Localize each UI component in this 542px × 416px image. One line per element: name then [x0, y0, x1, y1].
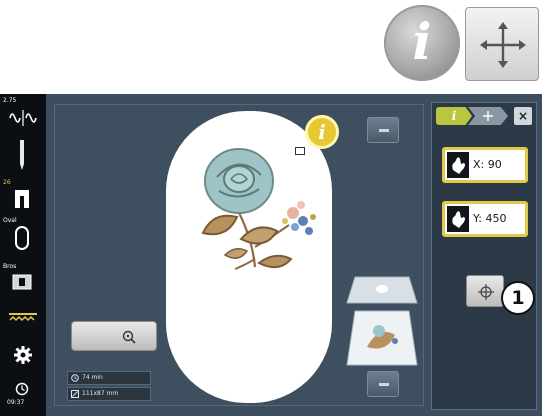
layer-stack-preview[interactable] [345, 275, 419, 369]
scroll-up-button[interactable] [367, 117, 399, 143]
info-icon: i [412, 12, 432, 71]
info-button-large[interactable]: i [384, 5, 460, 81]
presser-foot-number: 26 [3, 179, 11, 186]
callout-number: 1 [511, 287, 525, 309]
zoom-button[interactable] [71, 321, 157, 351]
status-sidebar: 2.75 26 Oval Bros 09:37 [0, 94, 46, 416]
settings-icon[interactable] [14, 346, 32, 364]
info-icon: i [451, 109, 457, 123]
feed-dog-icon[interactable] [8, 312, 38, 326]
info-icon: i [318, 120, 326, 144]
crosshair-icon [478, 284, 494, 300]
bobbin-icon[interactable] [12, 274, 32, 290]
tab-move[interactable] [468, 107, 508, 125]
tab-info[interactable]: i [436, 107, 472, 125]
move-x-button[interactable]: X: 90 [442, 147, 528, 183]
callout-1: 1 [501, 281, 535, 315]
hoop-label: Oval [3, 217, 17, 224]
close-icon: × [517, 109, 529, 123]
stitch-time-row: 74 min [67, 371, 151, 385]
hand-move-icon [447, 206, 469, 232]
design-size-row: 111x87 mm [67, 387, 151, 401]
design-size-icon [71, 390, 79, 398]
hoop-oval-icon[interactable] [13, 226, 31, 250]
hand-move-icon [447, 152, 469, 178]
design-size-value: 111x87 mm [82, 390, 119, 397]
clock-icon [15, 382, 29, 396]
button-glyph [379, 129, 389, 132]
machine-screen: 2.75 26 Oval Bros 09:37 i 74 min 111x87 … [0, 94, 542, 416]
zoom-icon [122, 330, 136, 344]
scroll-down-button[interactable] [367, 371, 399, 397]
button-glyph [379, 383, 389, 386]
move-y-button[interactable]: Y: 450 [442, 201, 528, 237]
move-arrows-icon [480, 22, 526, 68]
screenshot: i 2.75 26 Oval Bros 09:37 i 74 min 111x8… [0, 0, 542, 416]
presser-foot-icon[interactable] [12, 188, 32, 210]
y-value: Y: 450 [473, 212, 507, 225]
needle-icon[interactable] [15, 140, 29, 170]
stitch-width-icon[interactable] [8, 108, 38, 128]
embroidery-canvas[interactable]: i 74 min 111x87 mm [54, 104, 424, 406]
clock-time: 09:37 [7, 399, 25, 406]
design-center-marker [295, 147, 305, 155]
move-arrows-icon [483, 111, 493, 121]
bobbin-label: Bros [3, 263, 17, 270]
stitch-width-value: 2.75 [3, 97, 17, 104]
center-design-button[interactable] [466, 275, 504, 307]
stitch-time-value: 74 min [82, 374, 103, 381]
design-info-badge[interactable]: i [305, 115, 339, 149]
x-value: X: 90 [473, 158, 502, 171]
close-button[interactable]: × [514, 107, 532, 125]
clock-icon [71, 374, 79, 382]
embroidery-design[interactable] [197, 147, 331, 277]
move-button-large[interactable] [465, 7, 539, 81]
move-panel: i × X: 90 Y: 450 [431, 102, 537, 410]
